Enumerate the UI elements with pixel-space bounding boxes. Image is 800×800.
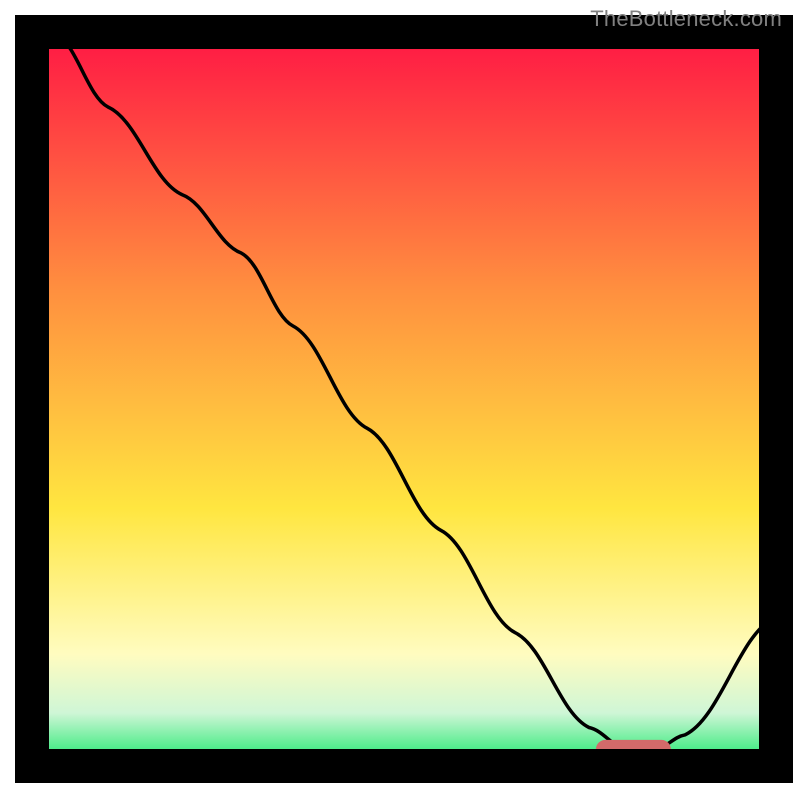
chart-container: TheBottleneck.com bbox=[0, 0, 800, 800]
watermark-text: TheBottleneck.com bbox=[590, 6, 782, 32]
plot-background bbox=[34, 34, 774, 764]
bottleneck-chart bbox=[0, 0, 800, 800]
